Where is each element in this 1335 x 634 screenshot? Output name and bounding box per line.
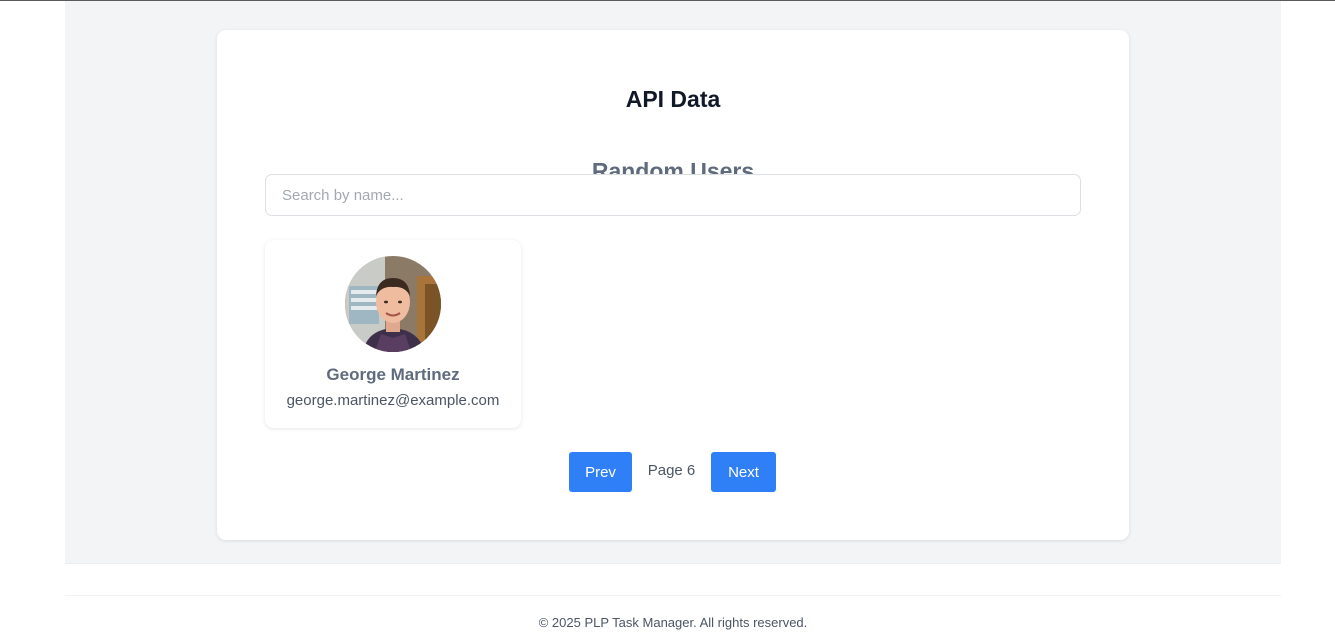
footer: © 2025 PLP Task Manager. All rights rese… bbox=[65, 563, 1281, 634]
user-photo-icon bbox=[345, 256, 441, 352]
page-content: API Data Random Users Search by name... … bbox=[65, 1, 1281, 634]
page-indicator: Page 6 bbox=[647, 462, 696, 479]
user-name: George Martinez bbox=[326, 365, 460, 384]
search-input[interactable] bbox=[265, 174, 1081, 216]
user-email: george.martinez@example.com bbox=[286, 392, 500, 409]
api-data-card: API Data Random Users Search by name... … bbox=[217, 30, 1129, 540]
user-card: George Martinez george.martinez@example.… bbox=[265, 240, 521, 428]
footer-copyright: © 2025 PLP Task Manager. All rights rese… bbox=[538, 615, 808, 630]
page-title: API Data bbox=[625, 86, 721, 112]
next-page-button[interactable]: Next bbox=[711, 452, 776, 492]
prev-page-button[interactable]: Prev bbox=[569, 452, 632, 492]
footer-divider bbox=[65, 595, 1281, 596]
avatar bbox=[345, 256, 441, 352]
